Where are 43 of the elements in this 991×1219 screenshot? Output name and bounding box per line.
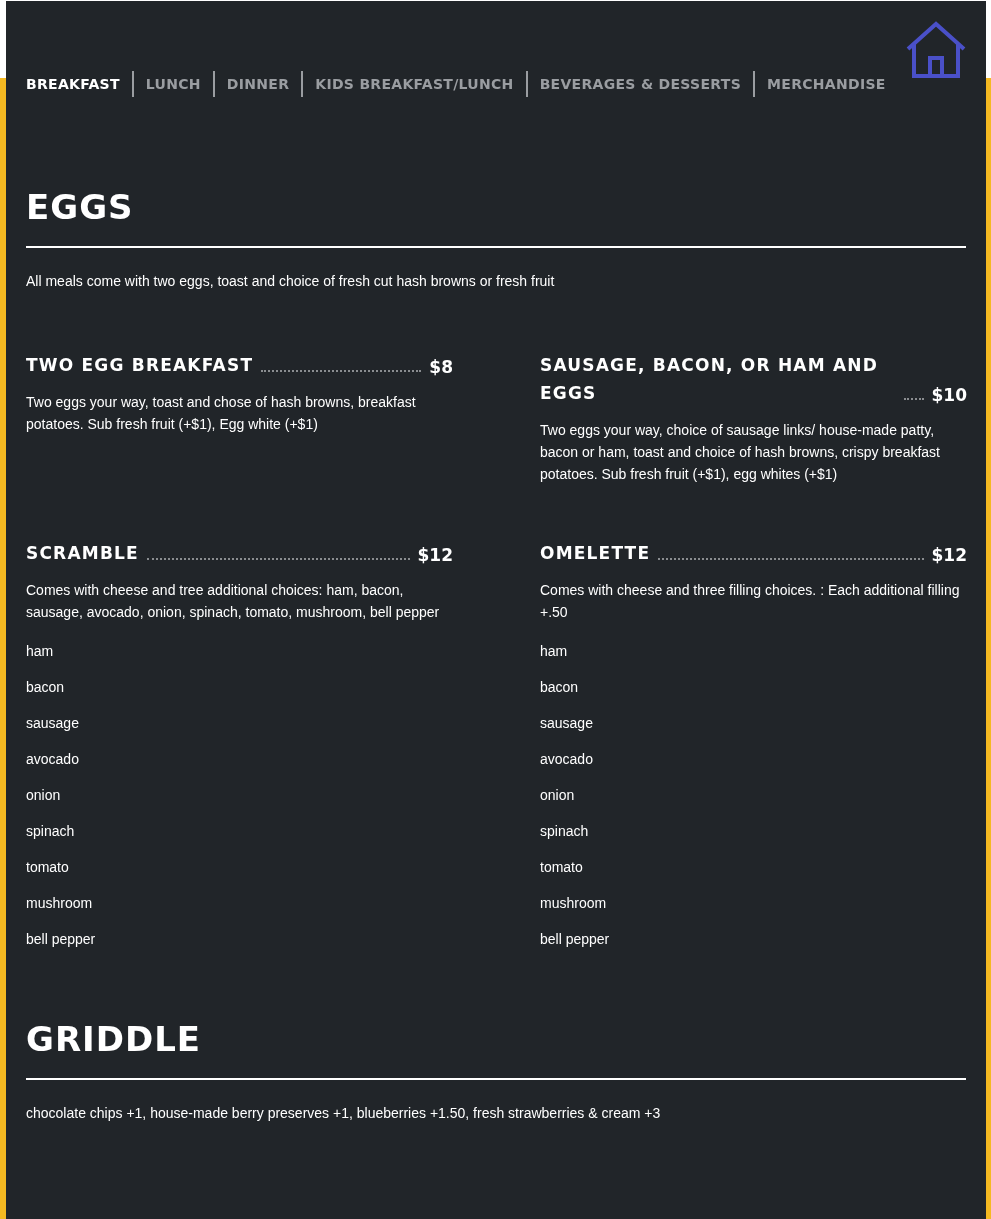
option-text: mushroom: [540, 894, 608, 913]
section-title: EGGS: [26, 186, 135, 227]
option-text: avocado: [26, 750, 80, 769]
nav-tab[interactable]: DINNER: [212, 71, 302, 97]
option-text: sausage: [540, 714, 594, 733]
item-description: Comes with cheese and tree additional choices: ham, bacon, sausage, avocado, onion, spinach, tomato, mushroom, bell pepper: [26, 581, 441, 622]
option-text: ham: [540, 642, 569, 661]
option-text: bacon: [540, 678, 580, 697]
item-price: $10: [931, 384, 967, 407]
option-text: bacon: [26, 678, 66, 697]
item-price: $12: [417, 544, 453, 567]
option-text: spinach: [26, 822, 76, 841]
option-text: tomato: [26, 858, 70, 877]
section-title: GRIDDLE: [26, 1018, 203, 1059]
home-link[interactable]: [905, 21, 967, 79]
item-name: SCRAMBLE: [26, 542, 139, 565]
option-text: mushroom: [26, 894, 94, 913]
option-text: onion: [540, 786, 576, 805]
item-name: SAUSAGE, BACON, OR HAM AND EGGS: [540, 354, 880, 405]
option-text: sausage: [26, 714, 80, 733]
nav-tab[interactable]: BEVERAGES & DESSERTS: [525, 71, 754, 97]
item-price: $8: [429, 356, 453, 379]
option-text: onion: [26, 786, 62, 805]
section-intro: All meals come with two eggs, toast and choice of fresh cut hash browns or fresh fruit: [26, 272, 556, 291]
home-icon: [905, 21, 967, 79]
item-name: TWO EGG BREAKFAST: [26, 354, 254, 377]
option-text: avocado: [540, 750, 594, 769]
item-description: Two eggs your way, toast and chose of hash browns, breakfast potatoes. Sub fresh fruit (+$1), Egg white (+$1): [26, 393, 417, 434]
section-intro: chocolate chips +1, house-made berry preserves +1, blueberries +1.50, fresh strawberries & cream +3: [26, 1104, 662, 1123]
nav-tab[interactable]: MERCHANDISE: [753, 71, 898, 97]
item-description: Two eggs your way, choice of sausage links/ house-made patty, bacon or ham, toast and choice of hash browns, crispy breakfast potatoes. Sub fresh fruit (+$1), egg whites (+$1): [540, 421, 941, 484]
option-text: bell pepper: [26, 930, 97, 949]
nav-tab[interactable]: BREAKFAST: [26, 71, 132, 97]
leader-line: [903, 398, 924, 400]
item-price: $12: [931, 544, 967, 567]
nav-tab[interactable]: LUNCH: [131, 71, 213, 97]
item-name: OMELETTE: [540, 542, 651, 565]
option-text: tomato: [540, 858, 584, 877]
item-description: Comes with cheese and three filling choices. : Each additional filling +.50: [540, 581, 961, 622]
option-text: bell pepper: [540, 930, 611, 949]
option-text: ham: [26, 642, 55, 661]
nav-tab[interactable]: KIDS BREAKFAST/LUNCH: [301, 71, 526, 97]
option-text: spinach: [540, 822, 590, 841]
